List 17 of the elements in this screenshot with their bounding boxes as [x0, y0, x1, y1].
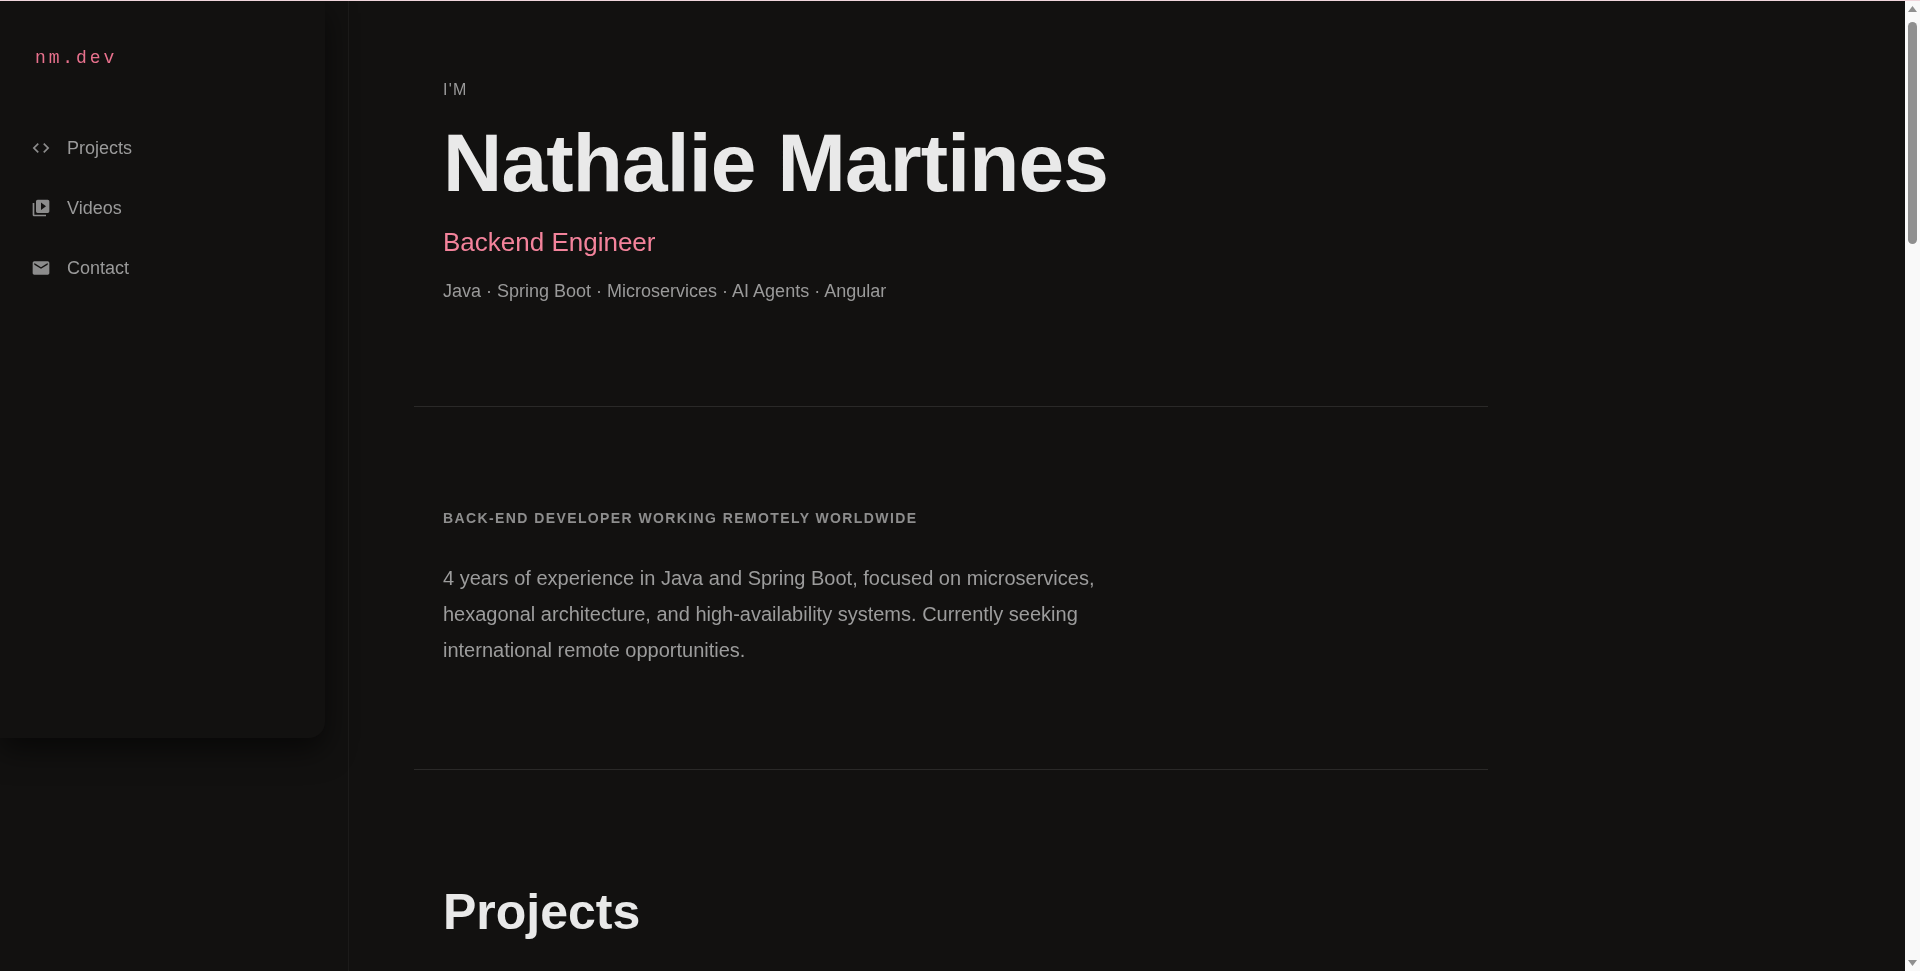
eyebrow-text: I'M [443, 80, 468, 100]
projects-heading: Projects [443, 884, 641, 940]
person-name: Nathalie Martines [443, 122, 1109, 204]
nav-link[interactable]: Contact [31, 256, 130, 280]
scrollbar[interactable] [1905, 1, 1920, 971]
nav-link[interactable]: Projects [31, 136, 133, 160]
scrollbar-thumb[interactable] [1908, 22, 1917, 244]
video-library-icon [31, 198, 51, 218]
site-logo[interactable]: nm.dev [35, 46, 118, 70]
about-heading: BACK-END DEVELOPER WORKING REMOTELY WORLDWIDE [443, 509, 918, 528]
about-paragraph: 4 years of experience in Java and Spring Boot, focused on microservices, hexagonal architecture, and high-availability systems. Currently seeking international remote opportunities. [443, 566, 1096, 663]
skills-text: Java · Spring Boot · Microservices · AI Agents · Angular [443, 280, 887, 303]
scroll-up-icon[interactable] [1908, 6, 1917, 12]
scroll-down-icon[interactable] [1908, 960, 1917, 966]
nav-link[interactable]: Videos [31, 196, 122, 220]
role-title: Backend Engineer [443, 226, 656, 258]
envelope-icon [31, 258, 51, 278]
